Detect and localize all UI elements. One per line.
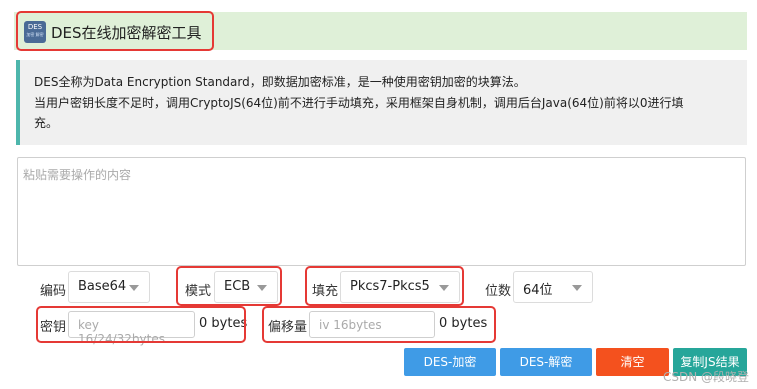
chevron-down-icon [257, 285, 267, 291]
logo-text: DES [27, 23, 43, 31]
mode-label: 模式 [185, 284, 212, 299]
padding-value: Pkcs7-Pkcs5 [350, 279, 430, 294]
page-title: DES在线加密解密工具 [51, 24, 202, 42]
chevron-down-icon [572, 285, 582, 291]
encoding-select[interactable]: Base64 [68, 271, 150, 303]
content-textarea[interactable]: 粘贴需要操作的内容 [17, 157, 746, 266]
padding-select[interactable]: Pkcs7-Pkcs5 [340, 271, 460, 303]
bits-select[interactable]: 64位 [513, 271, 593, 303]
key-input[interactable]: key 16/24/32bytes [68, 311, 195, 346]
key-bytes: 0 bytes [199, 316, 248, 331]
padding-label: 填充 [312, 284, 339, 299]
iv-input[interactable]: iv 16bytes [309, 311, 435, 338]
key-placeholder: key 16/24/32bytes [78, 318, 165, 346]
encrypt-button[interactable]: DES-加密 [404, 348, 496, 376]
title-bar: DES 加密 解密 DES在线加密解密工具 [14, 12, 747, 50]
info-line-1: DES全称为Data Encryption Standard，即数据加密标准，是… [34, 75, 526, 89]
iv-placeholder: iv 16bytes [319, 318, 382, 332]
encoding-value: Base64 [78, 279, 127, 294]
chevron-down-icon [129, 285, 139, 291]
mode-value: ECB [224, 279, 251, 294]
chevron-down-icon [439, 285, 449, 291]
key-label: 密钥 [40, 320, 67, 335]
iv-bytes: 0 bytes [439, 316, 488, 331]
bits-label: 位数 [485, 284, 512, 299]
mode-select[interactable]: ECB [214, 271, 278, 303]
info-line-3: 充。 [34, 116, 59, 130]
info-box: DES全称为Data Encryption Standard，即数据加密标准，是… [16, 60, 747, 145]
content-placeholder: 粘贴需要操作的内容 [23, 168, 132, 182]
encoding-label: 编码 [40, 284, 67, 299]
bits-value: 64位 [523, 283, 553, 298]
watermark: CSDN @段晓登 [662, 370, 749, 384]
info-line-2: 当用户密钥长度不足时，调用CryptoJS(64位)前不进行手动填充，采用框架自… [34, 96, 684, 110]
iv-label: 偏移量 [268, 320, 308, 335]
clear-button[interactable]: 清空 [596, 348, 669, 376]
des-logo-icon: DES 加密 解密 [24, 21, 46, 43]
logo-subtext: 加密 解密 [26, 32, 44, 37]
decrypt-button[interactable]: DES-解密 [500, 348, 592, 376]
